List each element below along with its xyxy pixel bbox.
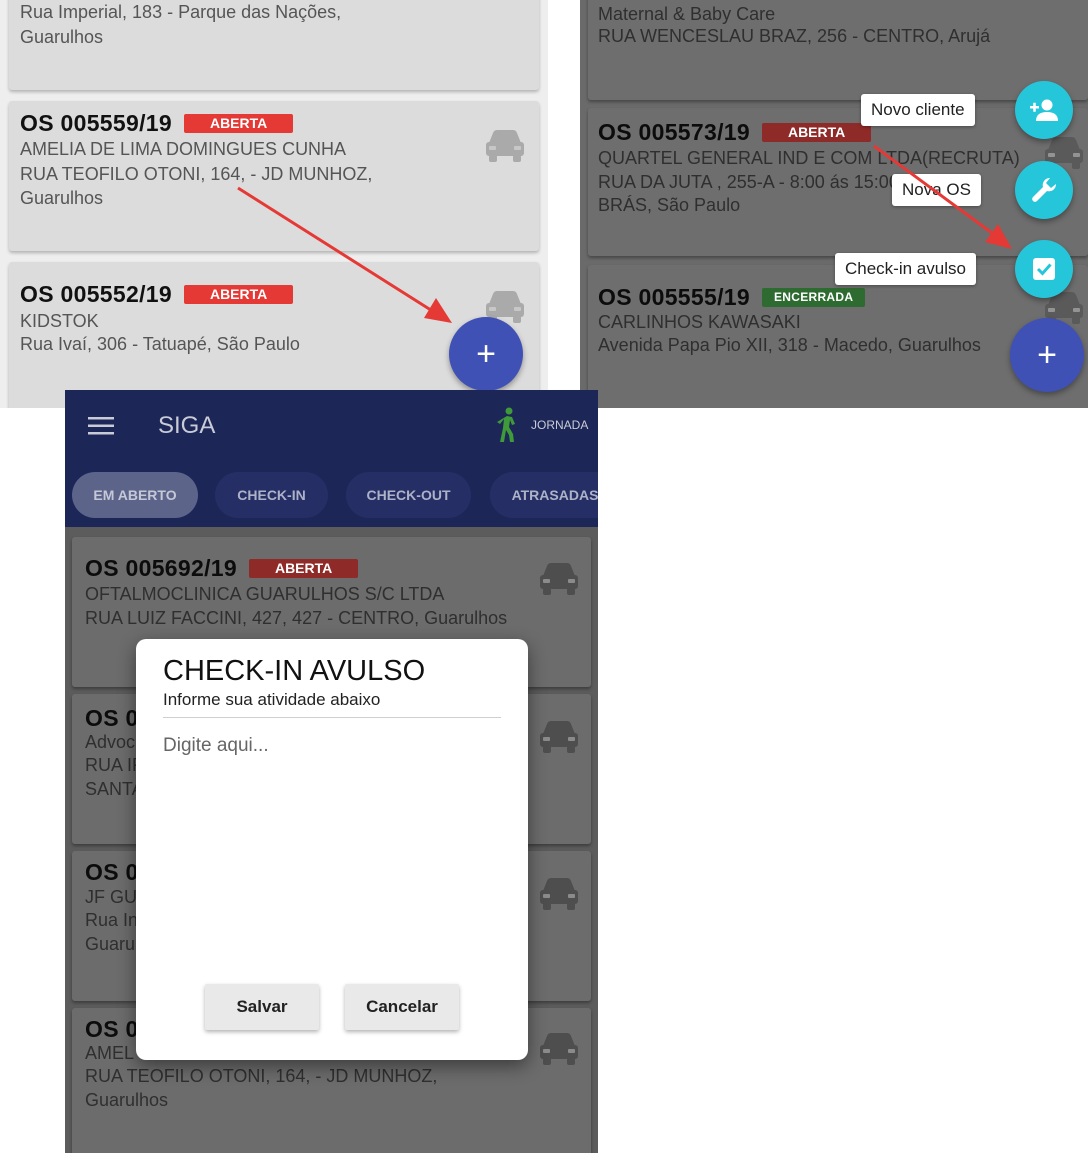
os-card[interactable]: OS 005559/19 ABERTA AMELIA DE LIMA DOMIN…	[9, 101, 539, 251]
tab-check-in[interactable]: CHECK-IN	[215, 472, 328, 518]
os-header: OS 005552/19 ABERTA	[20, 281, 294, 308]
dialog-divider	[163, 717, 501, 718]
os-number: OS 0	[85, 705, 139, 731]
add-person-icon	[1030, 99, 1058, 121]
os-card[interactable]: Maternal & Baby Care RUA WENCESLAU BRAZ,…	[588, 0, 1088, 100]
add-fab-button[interactable]: +	[1010, 318, 1084, 392]
os-number: OS 005552/19	[20, 281, 172, 307]
client-name: CARLINHOS KAWASAKI	[598, 312, 801, 332]
new-client-button[interactable]	[1015, 81, 1073, 139]
client-name: KIDSTOK	[20, 311, 99, 331]
new-os-tooltip: Nova OS	[892, 174, 981, 206]
address-line: RUA IF	[85, 755, 144, 775]
os-number: OS 005573/19	[598, 119, 750, 145]
dialog-title: CHECK-IN AVULSO	[163, 655, 426, 687]
add-fab-button[interactable]: +	[449, 317, 523, 391]
client-name: OFTALMOCLINICA GUARULHOS S/C LTDA	[85, 584, 445, 604]
checkin-avulso-button[interactable]	[1015, 240, 1073, 298]
car-icon	[485, 129, 525, 163]
status-badge: ABERTA	[183, 114, 294, 133]
address-line: RUA TEOFILO OTONI, 164, - JD MUNHOZ,	[20, 164, 373, 184]
address-line: BRÁS, São Paulo	[598, 195, 741, 215]
tab-check-out[interactable]: CHECK-OUT	[346, 472, 471, 518]
new-client-tooltip: Novo cliente	[861, 94, 975, 126]
client-name: AMELIA DE LIMA DOMINGUES CUNHA	[20, 139, 347, 159]
os-header: OS 0	[85, 1016, 139, 1043]
os-card[interactable]: OS 005555/19 ENCERRADA CARLINHOS KAWASAK…	[588, 265, 1088, 408]
os-number: OS 005692/19	[85, 555, 237, 581]
status-badge: ENCERRADA	[761, 288, 866, 307]
address-line: RUA LUIZ FACCINI, 427, 427 - CENTRO, Gua…	[85, 608, 508, 628]
client-name: Advoc	[85, 732, 136, 752]
client-name: Maternal & Baby Care	[598, 4, 776, 24]
status-badge: ABERTA	[248, 559, 359, 578]
address-line: RUA TEOFILO OTONI, 164, - JD MUNHOZ,	[85, 1066, 438, 1086]
jornada-label[interactable]: JORNADA	[531, 418, 588, 432]
os-number: OS 0	[85, 859, 139, 885]
address-line: Guarulhos	[20, 27, 104, 47]
os-number: OS 0	[85, 1016, 139, 1042]
address-line: SANTA	[85, 779, 144, 799]
checkbox-icon	[1033, 258, 1055, 280]
address-line: Guarulhos	[85, 1090, 169, 1110]
address-line: Guarulhos	[20, 188, 104, 208]
save-button[interactable]: Salvar	[205, 984, 319, 1030]
activity-input[interactable]	[163, 735, 501, 965]
os-card[interactable]: Rua Imperial, 183 - Parque das Nações, G…	[9, 0, 539, 90]
screenshot-fab-menu: Maternal & Baby Care RUA WENCESLAU BRAZ,…	[580, 0, 1088, 408]
dialog-subtitle: Informe sua atividade abaixo	[163, 690, 381, 709]
checkin-avulso-tooltip: Check-in avulso	[835, 253, 976, 285]
os-header: OS 0	[85, 705, 139, 732]
os-header: OS 005559/19 ABERTA	[20, 110, 294, 137]
os-header: OS 005573/19 ABERTA	[598, 119, 872, 146]
new-os-button[interactable]	[1015, 161, 1073, 219]
os-number: OS 005559/19	[20, 110, 172, 136]
car-icon	[539, 562, 579, 596]
address-line: Guaru	[85, 934, 136, 954]
address-line: Rua In	[85, 910, 139, 930]
car-icon	[539, 720, 579, 754]
os-header: OS 005555/19 ENCERRADA	[598, 284, 866, 311]
checkin-avulso-dialog: CHECK-IN AVULSO Informe sua atividade ab…	[136, 639, 528, 1060]
address-line: RUA WENCESLAU BRAZ, 256 - CENTRO, Arujá	[598, 26, 991, 46]
os-header: OS 0	[85, 859, 139, 886]
tab-atrasadas[interactable]: ATRASADAS	[490, 472, 598, 518]
car-icon	[539, 877, 579, 911]
client-name: QUARTEL GENERAL IND E COM LTDA(RECRUTA)	[598, 148, 1020, 168]
client-name: AMEL	[85, 1043, 135, 1063]
address-line: Rua Ivaí, 306 - Tatuapé, São Paulo	[20, 334, 300, 354]
screenshot-checkin-dialog: SIGA JORNADA EM ABERTO CHECK-IN CHECK-OU…	[65, 390, 598, 1153]
os-header: OS 005692/19 ABERTA	[85, 555, 359, 582]
os-card[interactable]: OS 005573/19 ABERTA QUARTEL GENERAL IND …	[588, 108, 1088, 256]
screenshot-os-list: Rua Imperial, 183 - Parque das Nações, G…	[0, 0, 548, 408]
status-badge: ABERTA	[183, 285, 294, 304]
tab-em-aberto[interactable]: EM ABERTO	[72, 472, 198, 518]
menu-icon[interactable]	[88, 416, 114, 436]
cancel-button[interactable]: Cancelar	[345, 984, 459, 1030]
app-bar: SIGA JORNADA EM ABERTO CHECK-IN CHECK-OU…	[65, 390, 598, 527]
client-name: JF GU	[85, 887, 137, 907]
app-title: SIGA	[158, 412, 216, 439]
wrench-icon	[1032, 177, 1057, 202]
os-number: OS 005555/19	[598, 284, 750, 310]
walking-person-icon[interactable]	[496, 407, 520, 443]
car-icon	[539, 1032, 579, 1066]
address-line: Rua Imperial, 183 - Parque das Nações,	[20, 2, 342, 22]
address-line: Avenida Papa Pio XII, 318 - Macedo, Guar…	[598, 335, 981, 355]
status-badge: ABERTA	[761, 123, 872, 142]
